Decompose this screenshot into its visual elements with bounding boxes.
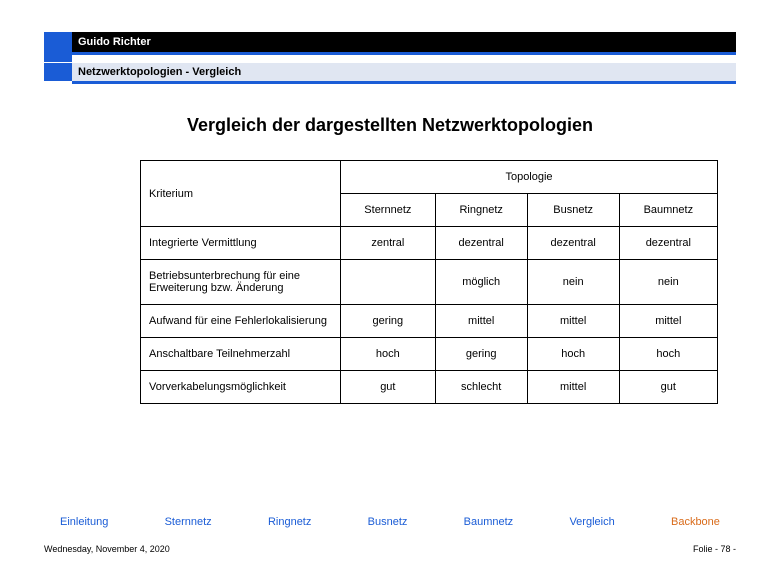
header-accent xyxy=(44,32,72,62)
cell: schlecht xyxy=(435,371,527,404)
kriterium-header: Kriterium xyxy=(141,161,341,227)
cell: möglich xyxy=(435,260,527,305)
row-kriterium: Integrierte Vermittlung xyxy=(141,227,341,260)
cell: zentral xyxy=(341,227,436,260)
row-kriterium: Vorverkabelungsmöglichkeit xyxy=(141,371,341,404)
cell: dezentral xyxy=(619,227,717,260)
nav-item-vergleich[interactable]: Vergleich xyxy=(569,516,614,528)
cell: hoch xyxy=(527,338,619,371)
cell: mittel xyxy=(527,371,619,404)
col-header: Ringnetz xyxy=(435,194,527,227)
cell: gering xyxy=(435,338,527,371)
footer-date: Wednesday, November 4, 2020 xyxy=(44,544,170,554)
row-kriterium: Aufwand für eine Fehlerlokalisierung xyxy=(141,305,341,338)
breadcrumb: Netzwerktopologien - Vergleich xyxy=(72,63,736,81)
cell: gut xyxy=(619,371,717,404)
cell: hoch xyxy=(341,338,436,371)
nav-item-einleitung[interactable]: Einleitung xyxy=(60,516,108,528)
row-kriterium: Betriebsunterbrechung für eine Erweiteru… xyxy=(141,260,341,305)
table-row: Integrierte Vermittlung zentral dezentra… xyxy=(141,227,718,260)
nav-item-sternnetz[interactable]: Sternnetz xyxy=(165,516,212,528)
nav-item-ringnetz[interactable]: Ringnetz xyxy=(268,516,311,528)
row-kriterium: Anschaltbare Teilnehmerzahl xyxy=(141,338,341,371)
table-row: Vorverkabelungsmöglichkeit gut schlecht … xyxy=(141,371,718,404)
cell xyxy=(341,260,436,305)
cell: mittel xyxy=(619,305,717,338)
cell: gering xyxy=(341,305,436,338)
nav-item-baumnetz[interactable]: Baumnetz xyxy=(464,516,514,528)
cell: nein xyxy=(527,260,619,305)
cell: nein xyxy=(619,260,717,305)
col-header: Baumnetz xyxy=(619,194,717,227)
slide-nav: Einleitung Sternnetz Ringnetz Busnetz Ba… xyxy=(60,516,720,528)
nav-item-busnetz[interactable]: Busnetz xyxy=(368,516,408,528)
footer-page: Folie - 78 - xyxy=(693,544,736,554)
page-title: Vergleich der dargestellten Netzwerktopo… xyxy=(0,115,780,136)
topologie-header: Topologie xyxy=(341,161,718,194)
breadcrumb-accent xyxy=(44,63,72,81)
separator xyxy=(72,81,736,84)
cell: dezentral xyxy=(527,227,619,260)
table-row: Anschaltbare Teilnehmerzahl hoch gering … xyxy=(141,338,718,371)
table-row: Aufwand für eine Fehlerlokalisierung ger… xyxy=(141,305,718,338)
cell: gut xyxy=(341,371,436,404)
separator xyxy=(72,52,736,55)
author-bar: Guido Richter xyxy=(72,32,736,52)
table-row: Betriebsunterbrechung für eine Erweiteru… xyxy=(141,260,718,305)
cell: mittel xyxy=(435,305,527,338)
col-header: Sternnetz xyxy=(341,194,436,227)
nav-item-backbone[interactable]: Backbone xyxy=(671,516,720,528)
col-header: Busnetz xyxy=(527,194,619,227)
cell: dezentral xyxy=(435,227,527,260)
comparison-table: Kriterium Topologie Sternnetz Ringnetz B… xyxy=(140,160,718,404)
cell: hoch xyxy=(619,338,717,371)
cell: mittel xyxy=(527,305,619,338)
